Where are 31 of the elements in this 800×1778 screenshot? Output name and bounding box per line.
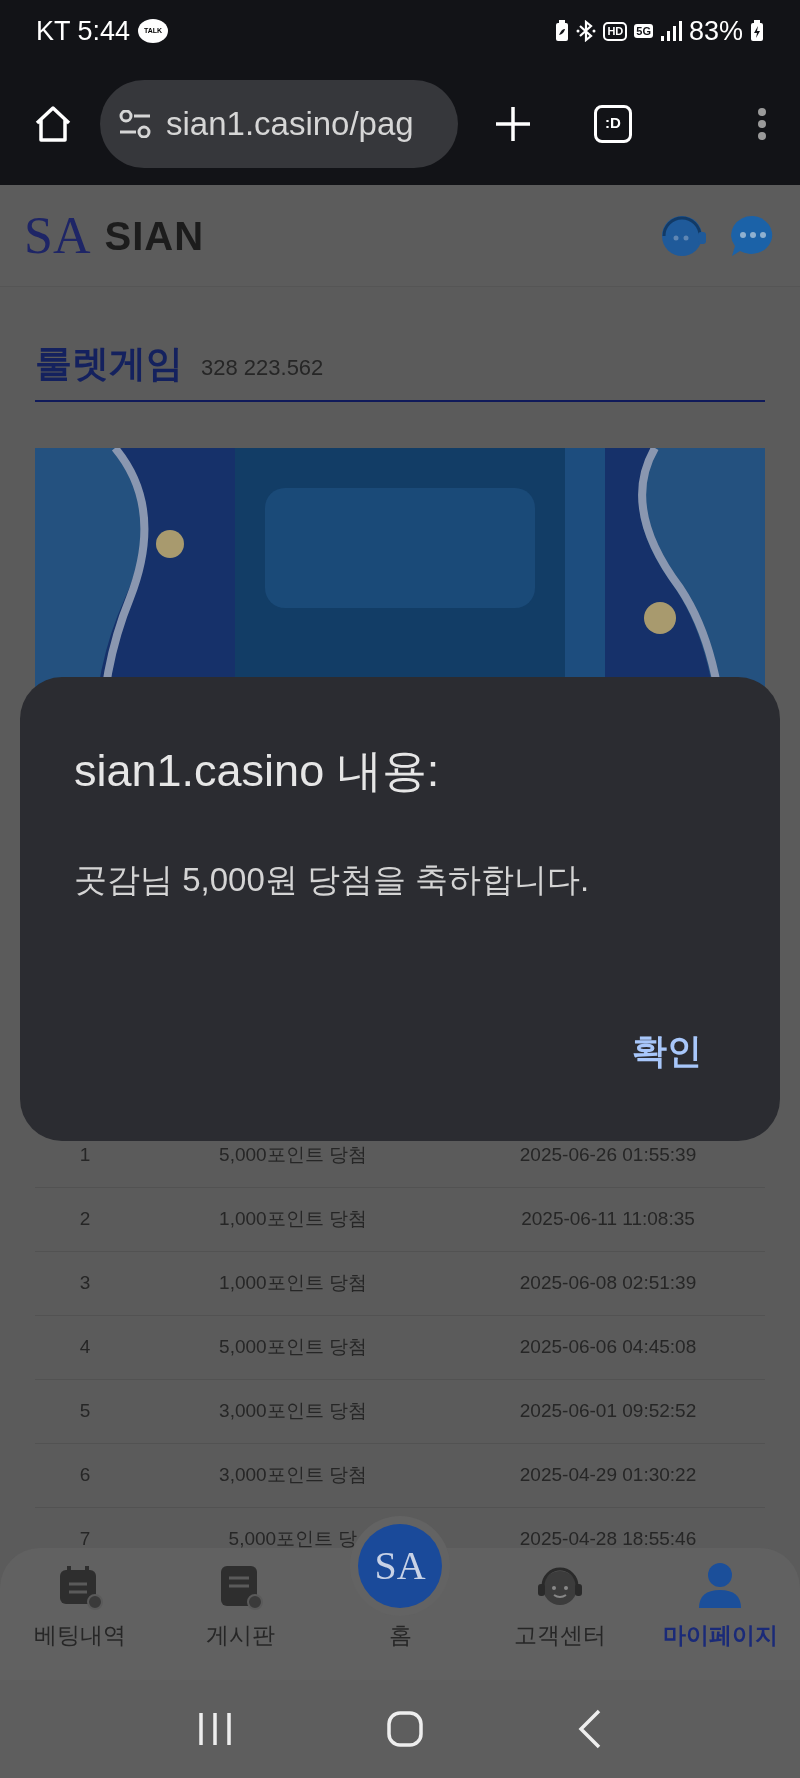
battery-level: 83% [688,14,743,48]
url-text: sian1.casino/pag [166,103,414,144]
dialog-title: sian1.casino 내용: [74,744,441,798]
more-icon [757,106,767,141]
tab-switcher-button[interactable]: :D [594,104,632,143]
page-title: 룰렛게임 [35,345,183,382]
battery-charging-icon [750,20,764,42]
status-time: KT 5:44 [36,14,131,48]
bluetooth-icon [576,20,597,42]
brand-name[interactable]: SIAN [104,205,205,266]
nav-tab[interactable]: 고객센터 [514,1617,606,1652]
home-icon [33,103,73,144]
address-bar[interactable]: sian1.casino/pag [100,79,458,168]
dialog-message: 곳감님 5,000원 당첨을 축하합니다. [74,859,591,900]
confirm-button[interactable]: 확인 [626,1024,708,1077]
nav-tab[interactable]: 마이페이지 [662,1617,778,1652]
menu-button[interactable] [756,105,768,142]
home-icon[interactable] [387,1711,423,1747]
network-type-icon: 5G [634,24,653,38]
nav-tab[interactable]: 게시판 [205,1617,275,1652]
plus-icon [494,104,532,143]
battery-saver-icon [555,20,570,42]
back-icon[interactable] [578,1709,603,1749]
home-logo-button[interactable]: SA [358,1524,442,1608]
logo-monogram[interactable]: SA [24,209,91,262]
recent-apps-icon[interactable] [197,1711,232,1747]
nav-tab[interactable]: 베팅내역 [34,1617,126,1652]
nav-tab[interactable]: 홈 [388,1617,412,1652]
hd-voice-icon: HD [603,21,628,41]
signal-icon [659,20,682,42]
site-settings-icon[interactable] [118,109,152,138]
